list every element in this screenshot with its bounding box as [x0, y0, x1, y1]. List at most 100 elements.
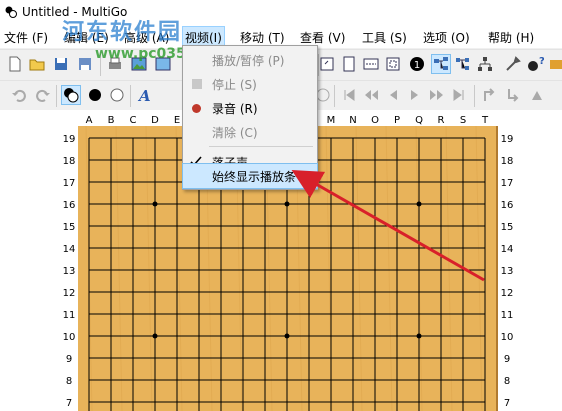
- row-label-right: 16: [501, 200, 514, 211]
- menu-item-label: 播放/暂停 (P): [212, 54, 285, 68]
- row-label-left: 17: [63, 178, 76, 189]
- menu-item-stop[interactable]: 停止 (S): [183, 72, 317, 96]
- menu-item-label: 停止 (S): [212, 78, 257, 92]
- row-label-left: 16: [63, 200, 76, 211]
- row-label-right: 17: [501, 178, 514, 189]
- number-1-icon[interactable]: 1: [408, 55, 426, 73]
- open-folder-icon[interactable]: [28, 55, 46, 73]
- menu-item-always-show-playbar[interactable]: 始终显示播放条: [182, 163, 318, 189]
- next-branch-icon[interactable]: [528, 86, 546, 104]
- branch-down-icon[interactable]: [504, 86, 522, 104]
- star-point: [416, 201, 422, 207]
- column-label: Q: [415, 115, 423, 126]
- column-label: C: [130, 115, 137, 126]
- row-label-right: 9: [504, 354, 510, 365]
- menu-item-label: 清除 (C): [212, 126, 258, 140]
- menu-help[interactable]: 帮助 (H): [488, 29, 534, 46]
- column-label: E: [174, 115, 180, 126]
- svg-text:1: 1: [414, 60, 420, 71]
- row-label-right: 18: [501, 156, 514, 167]
- row-label-right: 19: [501, 134, 514, 145]
- row-label-right: 7: [504, 398, 510, 409]
- column-label: P: [394, 115, 400, 126]
- window-icon-2[interactable]: [340, 55, 358, 73]
- branch-up-icon[interactable]: [480, 86, 498, 104]
- window-icon-4[interactable]: [384, 55, 402, 73]
- star-point: [152, 333, 158, 339]
- menu-options[interactable]: 选项 (O): [423, 29, 470, 46]
- column-label: B: [108, 115, 115, 126]
- undo-icon[interactable]: [10, 86, 28, 104]
- row-label-left: 19: [63, 134, 76, 145]
- row-label-left: 7: [66, 398, 72, 409]
- menu-item-play-pause[interactable]: 播放/暂停 (P): [183, 48, 317, 72]
- back-ten-icon[interactable]: [362, 86, 380, 104]
- record-icon: [192, 104, 201, 113]
- save-icon[interactable]: [52, 55, 70, 73]
- column-label: O: [371, 115, 379, 126]
- row-label-left: 14: [63, 244, 76, 255]
- tree-view-icon[interactable]: [454, 55, 472, 73]
- row-label-left: 18: [63, 156, 76, 167]
- menu-tools[interactable]: 工具 (S): [362, 29, 407, 46]
- row-label-right: 14: [501, 244, 514, 255]
- toolbar-overflow-icon[interactable]: [548, 55, 562, 73]
- hierarchy-icon[interactable]: [476, 55, 494, 73]
- column-label: R: [438, 115, 445, 126]
- row-label-right: 10: [501, 332, 514, 343]
- menu-file[interactable]: 文件 (F): [4, 29, 48, 46]
- star-point: [284, 201, 290, 207]
- svg-text:A: A: [137, 87, 151, 104]
- row-label-left: 11: [63, 310, 76, 321]
- save-as-icon[interactable]: [76, 55, 94, 73]
- column-label: S: [460, 115, 466, 126]
- forward-ten-icon[interactable]: [428, 86, 446, 104]
- column-label: A: [86, 115, 93, 126]
- menu-item-record[interactable]: 录音 (R): [183, 96, 317, 120]
- column-label: N: [349, 115, 356, 126]
- row-label-right: 11: [501, 310, 514, 321]
- branch-tree-icon[interactable]: [431, 54, 451, 74]
- row-label-left: 8: [66, 376, 72, 387]
- label-tool-icon[interactable]: A: [136, 86, 154, 104]
- redo-icon[interactable]: [34, 86, 52, 104]
- row-label-right: 13: [501, 266, 514, 277]
- menu-item-label: 始终显示播放条: [212, 170, 297, 184]
- watermark-text: 河东软件园: [62, 20, 183, 45]
- menu-item-label: 录音 (R): [212, 102, 258, 116]
- row-label-right: 8: [504, 376, 510, 387]
- star-point: [152, 201, 158, 207]
- svg-text:?: ?: [539, 56, 544, 67]
- board-edge: [496, 126, 498, 411]
- black-stone-icon[interactable]: [86, 86, 104, 104]
- back-one-icon[interactable]: [384, 86, 402, 104]
- column-label: T: [481, 115, 489, 126]
- menu-view[interactable]: 查看 (V): [300, 29, 345, 46]
- window-icon-1[interactable]: [318, 55, 336, 73]
- row-label-left: 15: [63, 222, 76, 233]
- video-menu-dropdown: 播放/暂停 (P) 停止 (S) 录音 (R) 清除 (C) 落子声 始终显示播…: [182, 45, 318, 190]
- new-file-icon[interactable]: [6, 55, 24, 73]
- white-stone-icon[interactable]: [108, 86, 126, 104]
- row-label-left: 13: [63, 266, 76, 277]
- help-icon[interactable]: ?: [526, 55, 544, 73]
- row-label-left: 9: [66, 354, 72, 365]
- first-move-icon[interactable]: [340, 86, 358, 104]
- column-label: D: [151, 115, 159, 126]
- menu-item-clear[interactable]: 清除 (C): [183, 120, 317, 144]
- row-label-right: 12: [501, 288, 514, 299]
- forward-one-icon[interactable]: [406, 86, 424, 104]
- last-move-icon[interactable]: [450, 86, 468, 104]
- menu-move[interactable]: 移动 (T): [240, 29, 285, 46]
- row-label-left: 12: [63, 288, 76, 299]
- column-label: M: [327, 115, 336, 126]
- app-icon: [5, 6, 17, 18]
- alternate-play-icon[interactable]: [61, 85, 81, 105]
- star-point: [284, 333, 290, 339]
- tools-icon[interactable]: [504, 55, 522, 73]
- menu-video[interactable]: 视频(I): [182, 26, 225, 48]
- star-point: [416, 333, 422, 339]
- row-label-right: 15: [501, 222, 514, 233]
- window-icon-3[interactable]: [362, 55, 380, 73]
- row-label-left: 10: [63, 332, 76, 343]
